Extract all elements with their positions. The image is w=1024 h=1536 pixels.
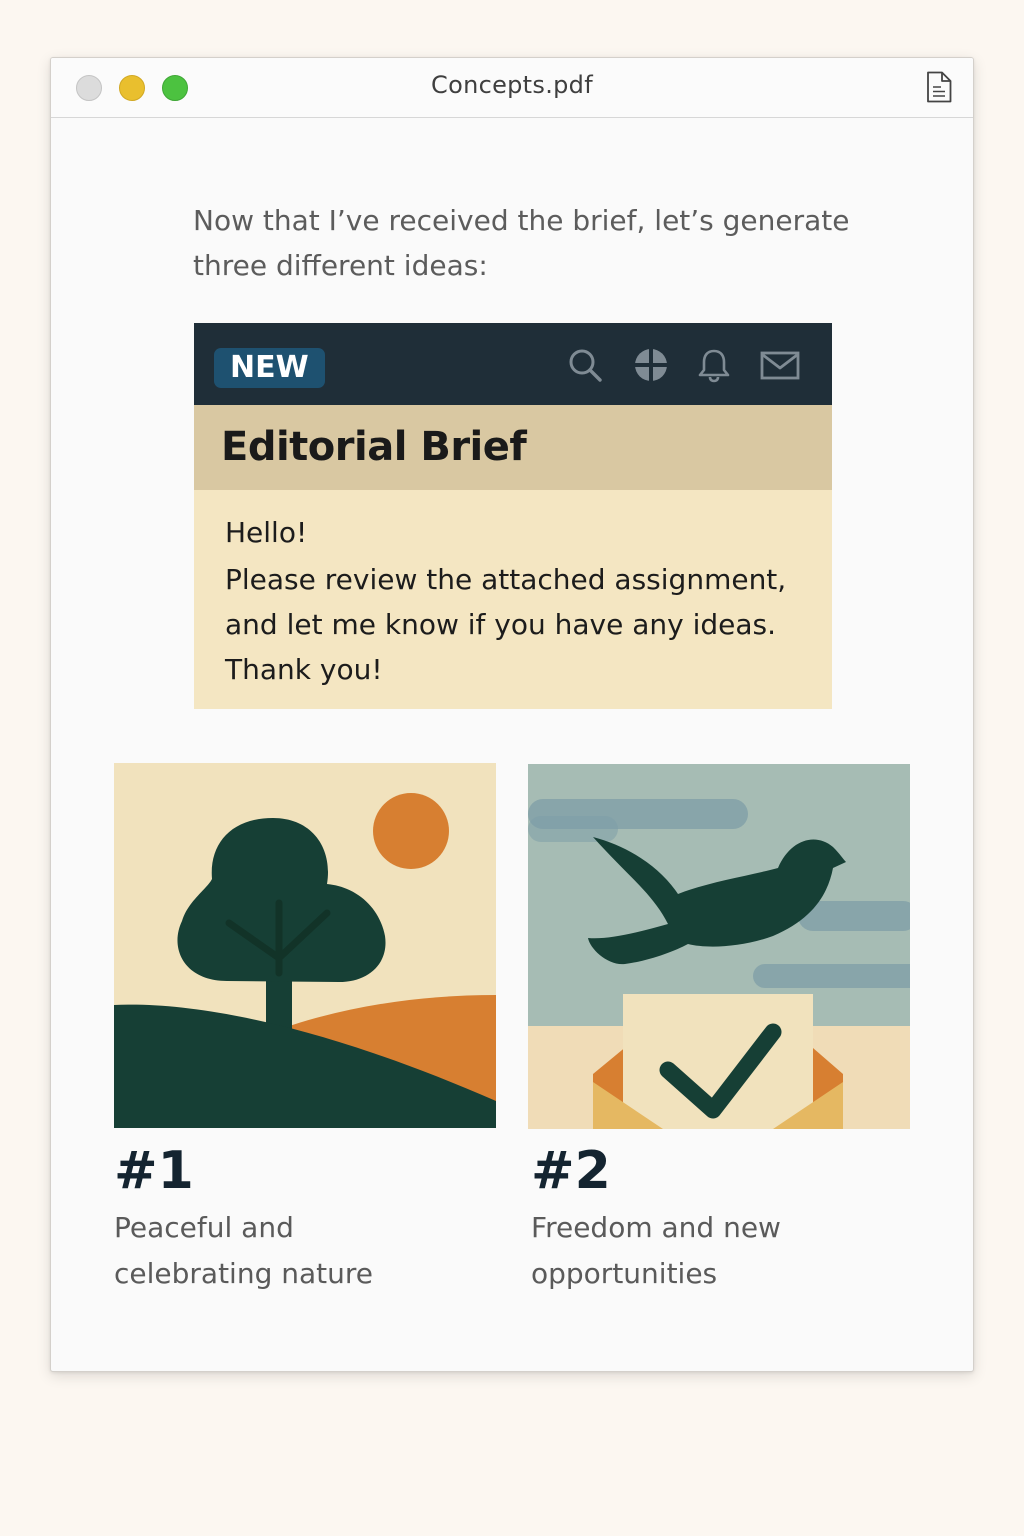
- sun-shape: [373, 793, 449, 869]
- search-icon[interactable]: [567, 347, 603, 383]
- brief-line-1: Hello!: [225, 516, 308, 549]
- concept-caption-1: Peaceful and celebrating nature: [114, 1205, 444, 1297]
- editorial-brief-card: NEW Editorial Brief Hello! Please review…: [194, 323, 832, 709]
- card-toolbar: NEW: [194, 323, 832, 405]
- pdf-viewer-window: Concepts.pdf Now that I’ve received the …: [50, 57, 974, 1372]
- intro-text: Now that I’ve received the brief, let’s …: [193, 198, 853, 288]
- concept-number-1: #1: [114, 1141, 194, 1201]
- window-title: Concepts.pdf: [431, 71, 593, 99]
- concept-caption-2: Freedom and new opportunities: [531, 1205, 861, 1297]
- bird-envelope-check-illustration: [528, 764, 910, 1129]
- concept-1-caption-line-1: Peaceful and: [114, 1211, 294, 1244]
- mail-icon[interactable]: [760, 347, 800, 383]
- concept-number-2: #2: [531, 1141, 611, 1201]
- intro-line-2: three different ideas:: [193, 249, 488, 282]
- brief-line-4: Thank you!: [225, 653, 383, 686]
- document-icon[interactable]: [925, 71, 953, 103]
- title-bar: Concepts.pdf: [51, 58, 973, 118]
- concept-1-caption-line-2: celebrating nature: [114, 1257, 373, 1290]
- concept-2-caption-line-2: opportunities: [531, 1257, 718, 1290]
- new-badge: NEW: [214, 348, 325, 388]
- grid-icon[interactable]: [633, 347, 669, 383]
- intro-line-1: Now that I’ve received the brief, let’s …: [193, 204, 850, 237]
- card-body: Hello! Please review the attached assign…: [194, 490, 832, 709]
- tree-hill-sun-illustration: [114, 763, 496, 1128]
- brief-line-2: Please review the attached assignment,: [225, 563, 787, 596]
- card-header: Editorial Brief: [194, 405, 832, 490]
- card-title: Editorial Brief: [221, 424, 527, 470]
- bell-icon[interactable]: [696, 347, 732, 383]
- concept-2-caption-line-1: Freedom and new: [531, 1211, 781, 1244]
- brief-line-3: and let me know if you have any ideas.: [225, 608, 777, 641]
